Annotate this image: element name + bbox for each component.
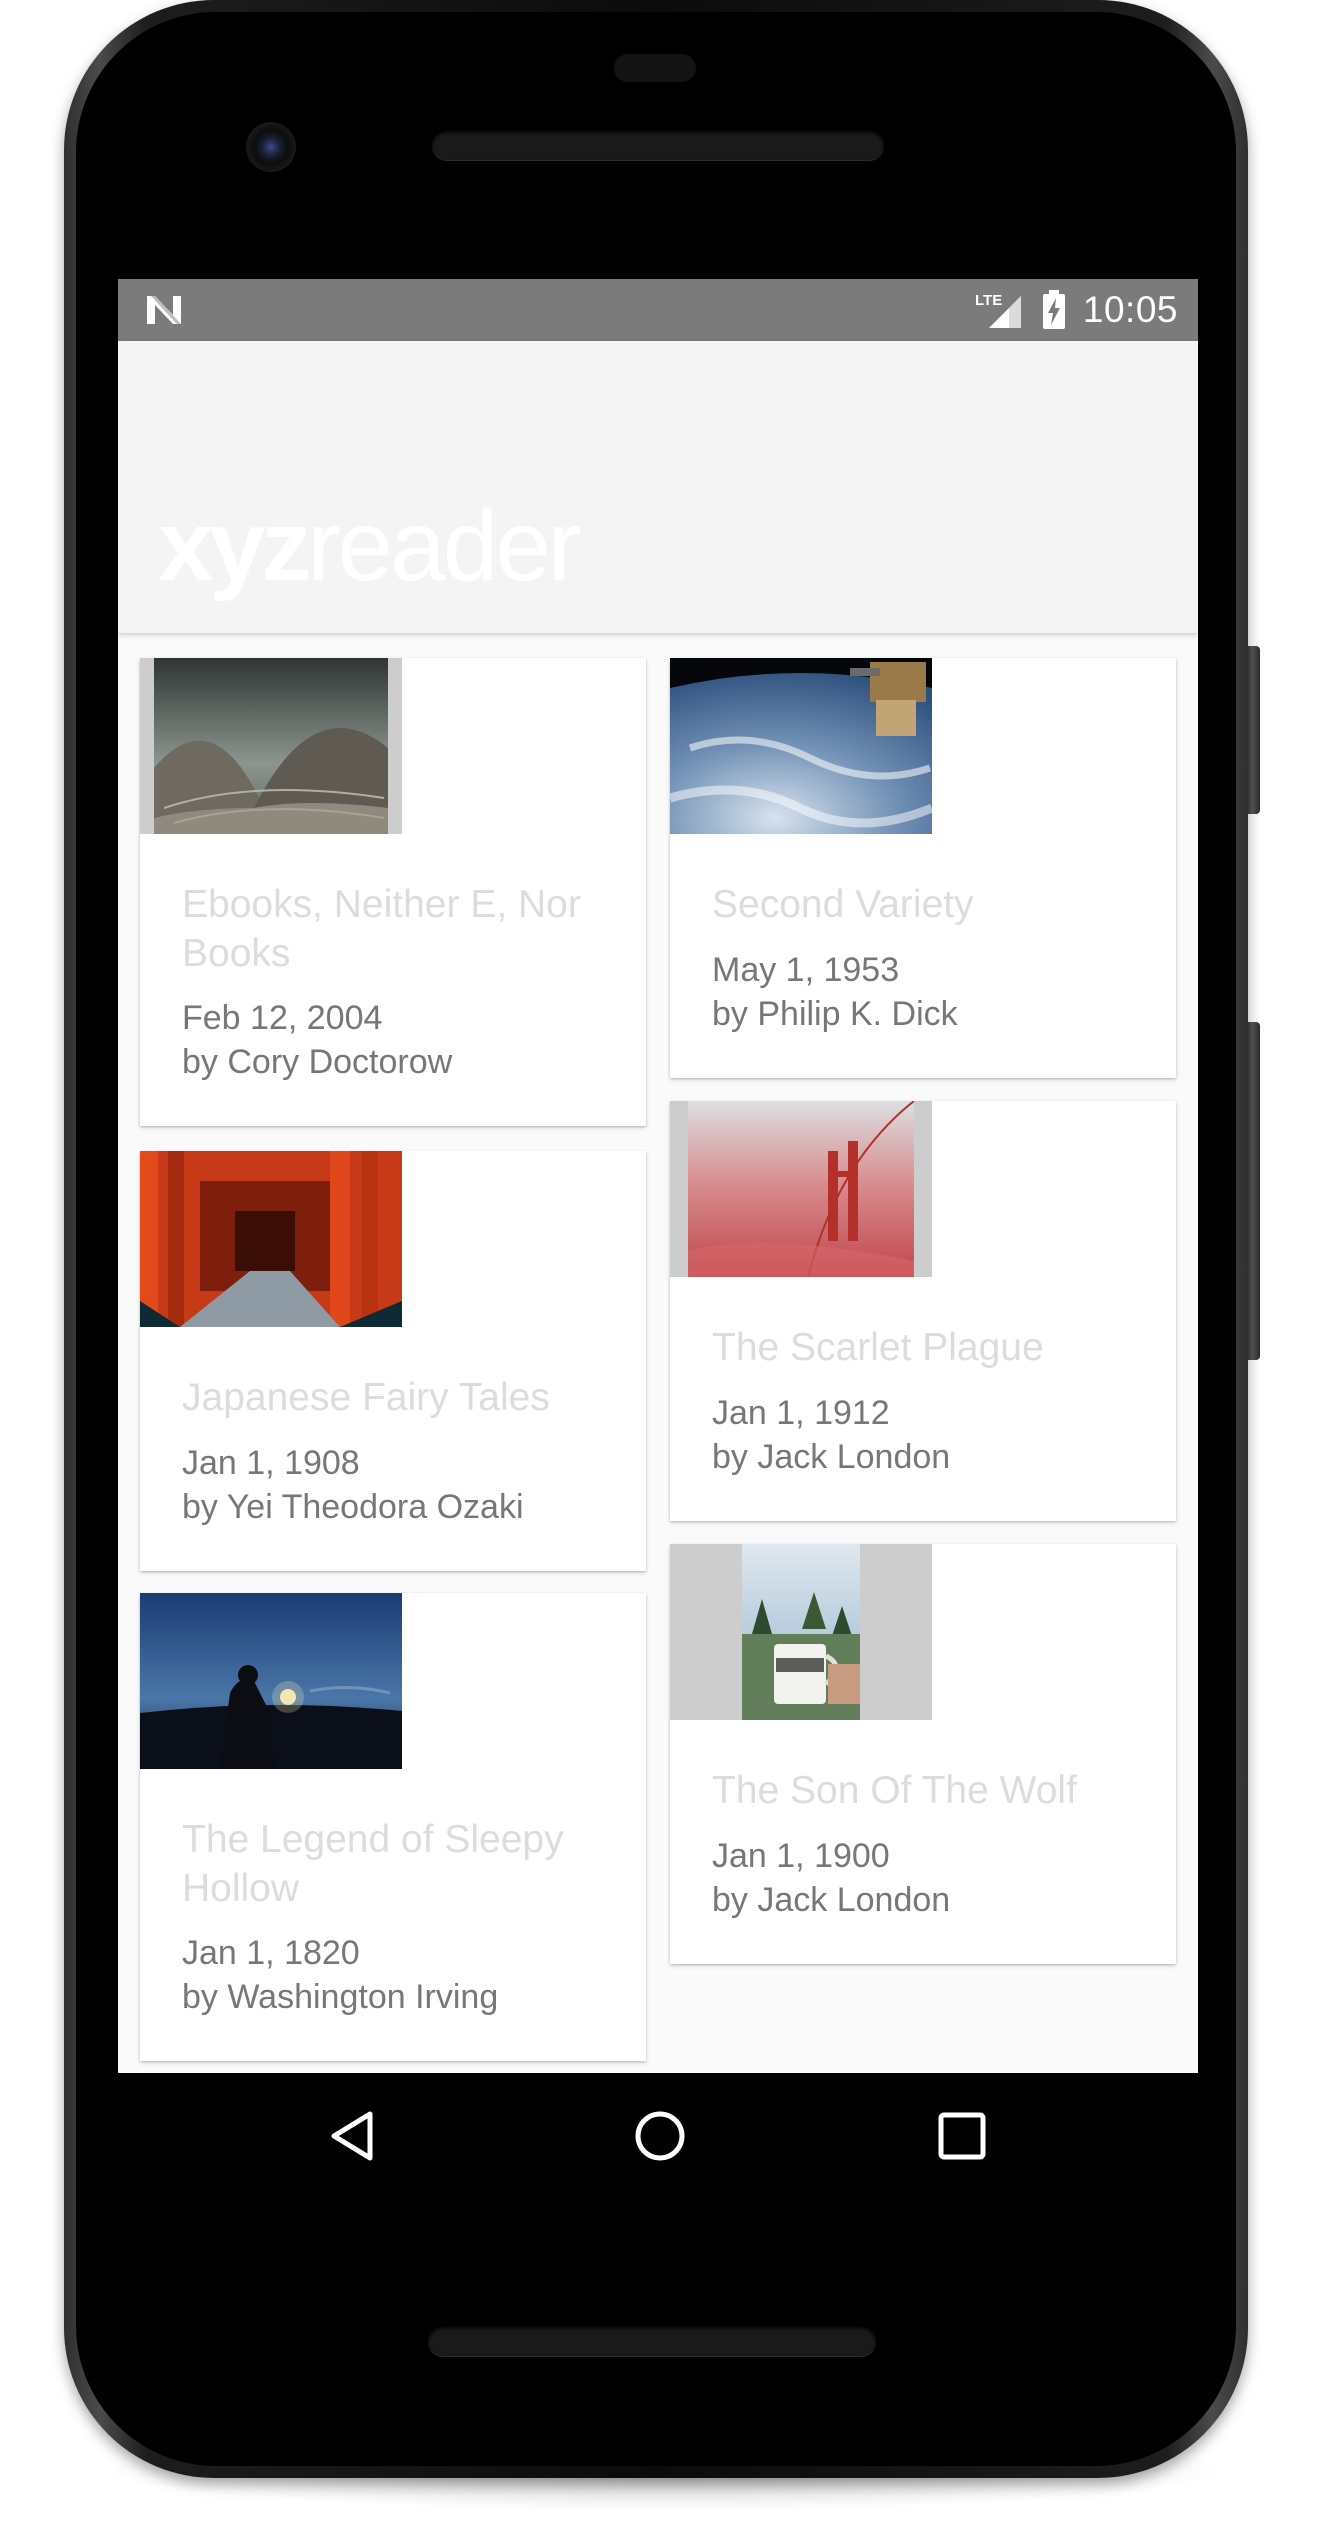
notification-n-icon bbox=[147, 296, 181, 324]
article-card[interactable]: Second Variety May 1, 1953 by Philip K. … bbox=[670, 658, 1176, 1078]
article-author: by Jack London bbox=[712, 1438, 951, 1476]
article-author: by Cory Doctorow bbox=[182, 1043, 453, 1081]
article-title: The Legend of Sleepy Hollow bbox=[182, 1818, 564, 1910]
article-date: Jan 1, 1900 bbox=[712, 1837, 890, 1875]
article-title: The Son Of The Wolf bbox=[712, 1769, 1077, 1812]
recents-icon[interactable] bbox=[936, 2110, 988, 2162]
article-author: by Jack London bbox=[712, 1881, 951, 1919]
article-card[interactable]: The Scarlet Plague Jan 1, 1912 by Jack L… bbox=[670, 1101, 1176, 1521]
lte-label: LTE bbox=[975, 292, 1002, 309]
article-thumbnail bbox=[670, 658, 932, 834]
article-card[interactable]: Japanese Fairy Tales Jan 1, 1908 by Yei … bbox=[140, 1151, 646, 1571]
front-camera bbox=[246, 122, 296, 172]
article-title: Japanese Fairy Tales bbox=[182, 1376, 550, 1419]
logo-bold-text: xyz bbox=[158, 490, 311, 602]
article-date: Jan 1, 1820 bbox=[182, 1934, 360, 1972]
lte-signal-icon: LTE bbox=[975, 292, 1021, 328]
status-bar: LTE 10:05 bbox=[118, 279, 1198, 341]
lantern-at-dusk-image bbox=[140, 1593, 402, 1769]
earth-from-orbit-image bbox=[670, 658, 932, 834]
camping-mug-by-lake-image bbox=[742, 1544, 860, 1720]
concrete-shell-roof-image bbox=[154, 658, 388, 834]
article-date: Jan 1, 1912 bbox=[712, 1394, 890, 1432]
article-thumbnail bbox=[140, 658, 402, 834]
logo-light-text: reader bbox=[307, 490, 581, 602]
article-card[interactable]: The Legend of Sleepy Hollow Jan 1, 1820 … bbox=[140, 1593, 646, 2061]
screen: LTE 10:05 xyzreader Ebooks, Neither E, N… bbox=[118, 279, 1198, 2073]
article-card[interactable]: The Son Of The Wolf Jan 1, 1900 by Jack … bbox=[670, 1544, 1176, 1964]
article-date: May 1, 1953 bbox=[712, 951, 900, 989]
proximity-sensor bbox=[614, 54, 696, 82]
status-icons: LTE 10:05 bbox=[975, 279, 1178, 341]
home-icon[interactable] bbox=[632, 2108, 688, 2164]
battery-charging-icon bbox=[1042, 290, 1065, 329]
article-date: Feb 12, 2004 bbox=[182, 999, 383, 1037]
bridge-in-red-fog-image bbox=[688, 1101, 914, 1277]
article-author: by Philip K. Dick bbox=[712, 995, 958, 1033]
article-date: Jan 1, 1908 bbox=[182, 1444, 360, 1482]
status-time: 10:05 bbox=[1082, 289, 1178, 330]
article-thumbnail bbox=[670, 1101, 932, 1277]
article-title: Second Variety bbox=[712, 883, 974, 926]
earpiece-speaker bbox=[432, 130, 884, 160]
article-card[interactable]: Ebooks, Neither E, Nor Books Feb 12, 200… bbox=[140, 658, 646, 1126]
app-bar: xyzreader bbox=[118, 341, 1198, 633]
article-title: Ebooks, Neither E, Nor Books bbox=[182, 883, 581, 975]
back-icon[interactable] bbox=[326, 2108, 382, 2164]
article-thumbnail bbox=[140, 1151, 402, 1327]
app-logo: xyzreader bbox=[158, 490, 581, 602]
article-author: by Washington Irving bbox=[182, 1978, 499, 2016]
torii-gates-path-image bbox=[140, 1151, 402, 1327]
bottom-speaker bbox=[428, 2326, 876, 2356]
article-thumbnail bbox=[670, 1544, 932, 1720]
article-thumbnail bbox=[140, 1593, 402, 1769]
device-mockup: LTE 10:05 xyzreader Ebooks, Neither E, N… bbox=[0, 0, 1330, 2532]
article-author: by Yei Theodora Ozaki bbox=[182, 1488, 524, 1526]
article-title: The Scarlet Plague bbox=[712, 1326, 1044, 1369]
